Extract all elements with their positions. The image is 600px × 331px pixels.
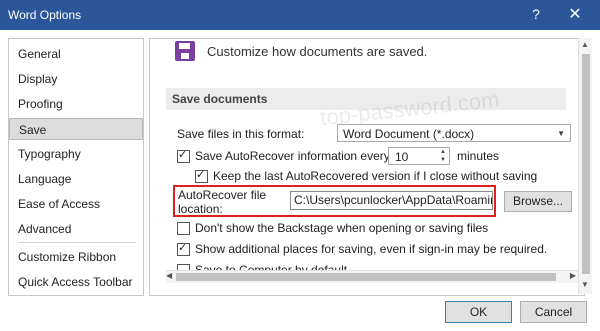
browse-button[interactable]: Browse...: [504, 191, 572, 212]
sidebar-item-general[interactable]: General: [9, 43, 143, 65]
minutes-label: minutes: [457, 149, 500, 163]
backstage-label: Don't show the Backstage when opening or…: [195, 221, 489, 235]
sidebar: General Display Proofing Save Typography…: [8, 38, 144, 296]
page-heading: Customize how documents are saved.: [207, 44, 428, 59]
autorecover-checkbox[interactable]: [177, 148, 190, 163]
sidebar-item-customize-ribbon[interactable]: Customize Ribbon: [9, 246, 143, 268]
title-bar: Word Options ? ✕: [0, 0, 600, 30]
sidebar-item-language[interactable]: Language: [9, 168, 143, 190]
cancel-button[interactable]: Cancel: [520, 301, 587, 323]
keep-last-checkbox[interactable]: [195, 168, 208, 183]
format-label: Save files in this format:: [177, 127, 305, 141]
scroll-thumb[interactable]: [582, 54, 590, 274]
format-dropdown[interactable]: Word Document (*.docx) ▼: [337, 124, 571, 142]
chevron-down-icon: ▼: [557, 129, 565, 138]
spinner-up-icon[interactable]: ▲: [437, 148, 449, 156]
ok-button[interactable]: OK: [445, 301, 512, 323]
main-panel: [149, 38, 585, 296]
autorecover-location-input[interactable]: C:\Users\pcunlocker\AppData\Roaming: [290, 191, 493, 210]
autorecover-minutes-value[interactable]: 10: [395, 150, 408, 164]
scroll-down-icon[interactable]: ▼: [581, 280, 589, 289]
scroll-up-icon[interactable]: ▲: [581, 40, 589, 49]
sidebar-item-proofing[interactable]: Proofing: [9, 93, 143, 115]
keep-last-label: Keep the last AutoRecovered version if I…: [213, 169, 538, 183]
sidebar-item-ease-of-access[interactable]: Ease of Access: [9, 193, 143, 215]
sidebar-item-typography[interactable]: Typography: [9, 143, 143, 165]
hscroll-thumb[interactable]: [176, 273, 556, 281]
scroll-left-icon[interactable]: ◀: [166, 271, 172, 280]
backstage-checkbox[interactable]: [177, 222, 190, 235]
additional-places-checkbox[interactable]: [177, 241, 190, 256]
autorecover-minutes-spinner[interactable]: 10 ▲ ▼: [388, 147, 450, 165]
location-label-line1: AutoRecover file: [178, 188, 267, 202]
autorecover-label: Save AutoRecover information every: [195, 149, 390, 163]
vertical-scrollbar[interactable]: ▲ ▼: [578, 38, 592, 294]
sidebar-divider: [18, 242, 136, 243]
help-icon[interactable]: ?: [528, 6, 544, 22]
close-icon[interactable]: ✕: [560, 4, 590, 26]
sidebar-item-quick-access-toolbar[interactable]: Quick Access Toolbar: [9, 271, 143, 293]
section-title: Save documents: [172, 92, 268, 106]
window-title: Word Options: [8, 8, 82, 22]
floppy-disk-icon: [175, 41, 195, 61]
sidebar-item-save[interactable]: Save: [9, 118, 143, 140]
additional-places-label: Show additional places for saving, even …: [195, 242, 548, 256]
sidebar-item-advanced[interactable]: Advanced: [9, 218, 143, 240]
sidebar-item-display[interactable]: Display: [9, 68, 143, 90]
format-value: Word Document (*.docx): [343, 127, 475, 141]
scroll-right-icon[interactable]: ▶: [570, 271, 576, 280]
location-label-line2: location:: [178, 202, 223, 216]
horizontal-scrollbar[interactable]: ◀ ▶: [166, 270, 578, 283]
spinner-down-icon[interactable]: ▼: [437, 156, 449, 164]
